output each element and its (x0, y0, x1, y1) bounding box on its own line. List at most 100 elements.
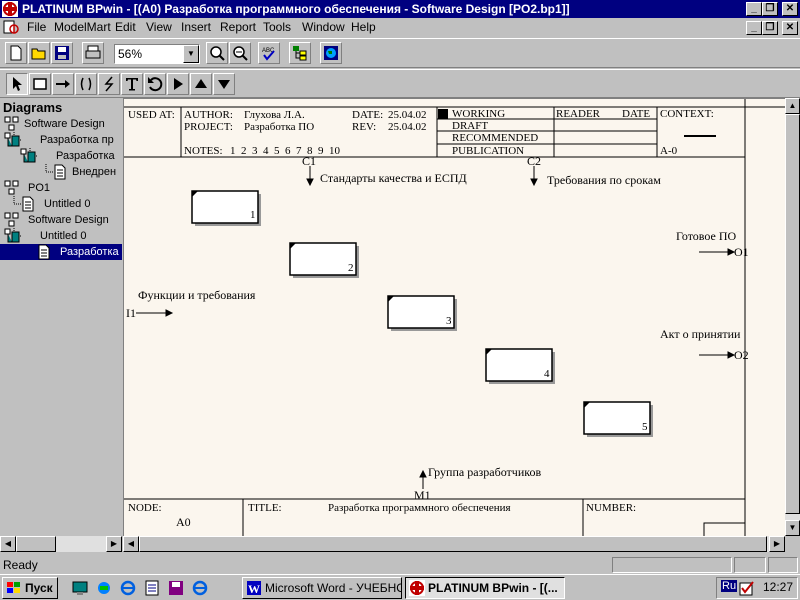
go-child-tool[interactable] (167, 73, 189, 95)
scroll-down-icon[interactable]: ▼ (785, 520, 800, 536)
new-button[interactable] (5, 42, 27, 64)
tree-item-po1[interactable]: PO1 (4, 180, 122, 196)
document-icon[interactable] (3, 20, 19, 35)
box-tool[interactable] (29, 73, 51, 95)
menu-file[interactable]: File (27, 20, 46, 34)
box-3-number[interactable]: 3 (446, 315, 452, 327)
tunnel-tool[interactable] (75, 73, 97, 95)
tree-scroll-thumb[interactable] (16, 536, 56, 552)
ie-browser-icon[interactable] (120, 580, 136, 596)
canvas-hscrollbar[interactable]: ◀ ▶ (123, 536, 785, 552)
scroll-right-icon[interactable]: ▶ (106, 536, 122, 552)
minimize-button[interactable]: _ (746, 2, 762, 16)
squiggle-tool[interactable] (98, 73, 120, 95)
windows-logo-icon (7, 582, 20, 593)
bpwin-app-icon[interactable] (2, 1, 18, 17)
status-pane-2 (734, 557, 766, 573)
box-1-number[interactable]: 1 (250, 209, 256, 221)
menu-report[interactable]: Report (220, 20, 256, 34)
doc-restore-button[interactable]: ❐ (762, 21, 778, 35)
model-icon (4, 212, 19, 227)
c2-label[interactable]: Требования по срокам (547, 173, 661, 188)
o1-label[interactable]: Готовое ПО (676, 229, 736, 244)
go-down-tool[interactable] (213, 73, 235, 95)
undo-tool[interactable] (144, 73, 166, 95)
menu-help[interactable]: Help (351, 20, 376, 34)
canvas-hscroll-thumb[interactable] (139, 536, 767, 552)
ie-browser-icon[interactable] (192, 580, 208, 596)
network-icon[interactable] (96, 580, 112, 596)
zoom-button[interactable] (206, 42, 228, 64)
box-2-number[interactable]: 2 (348, 262, 354, 274)
menu-edit[interactable]: Edit (115, 20, 136, 34)
pointer-tool[interactable] (6, 73, 28, 95)
o1-code: O1 (734, 245, 749, 259)
triangle-right-icon (174, 78, 183, 90)
doc-close-button[interactable]: ✕ (782, 21, 798, 35)
zoom-select[interactable]: 56% ▼ (114, 44, 200, 64)
c1-label[interactable]: Стандарты качества и ЕСПД (320, 171, 467, 186)
scroll-up-icon[interactable]: ▲ (785, 98, 800, 114)
tree-item-untitled-0-2[interactable]: Untitled 0 (4, 228, 122, 244)
doc-minimize-button[interactable]: _ (746, 21, 762, 35)
pointer-icon (13, 77, 22, 91)
magnifier-icon (210, 46, 225, 61)
expanded-book-icon (4, 228, 20, 243)
restore-button[interactable]: ❐ (762, 2, 778, 16)
canvas-vscroll-thumb[interactable] (785, 114, 800, 514)
scroll-left-icon[interactable]: ◀ (123, 536, 139, 552)
open-button[interactable] (28, 42, 50, 64)
diagram-canvas[interactable]: USED AT: AUTHOR: Глухова Л.А. PROJECT: Р… (123, 98, 785, 536)
o2-label[interactable]: Акт о принятии (660, 327, 740, 342)
scroll-left-icon[interactable]: ◀ (0, 536, 16, 552)
print-button[interactable] (82, 42, 104, 64)
close-button[interactable]: ✕ (782, 2, 798, 16)
arrow-tool[interactable] (52, 73, 74, 95)
spell-check-button[interactable]: ABC (258, 42, 280, 64)
model-icon (4, 116, 19, 131)
model-explorer-button[interactable] (289, 42, 311, 64)
menu-window[interactable]: Window (302, 20, 345, 34)
menu-insert[interactable]: Insert (181, 20, 211, 34)
modelmart-button[interactable] (320, 42, 342, 64)
menu-tools[interactable]: Tools (263, 20, 291, 34)
tree-item-razrabotka[interactable]: Разработка (20, 148, 122, 164)
task-word[interactable]: W Microsoft Word - УЧЕБНО... (242, 577, 402, 599)
floppy-icon[interactable] (168, 580, 184, 596)
status-text: Ready (3, 558, 38, 572)
menu-view[interactable]: View (146, 20, 172, 34)
language-indicator[interactable]: Ru (721, 580, 738, 592)
zoom-value: 56% (118, 47, 143, 61)
desktop-icon[interactable] (72, 580, 88, 596)
tree-item-razrabotka-selected[interactable]: Разработка (0, 244, 122, 260)
scroll-right-icon[interactable]: ▶ (769, 536, 785, 552)
notepad-icon[interactable] (144, 580, 160, 596)
go-parent-tool[interactable] (190, 73, 212, 95)
clock[interactable]: 12:27 (763, 580, 793, 594)
checkbox-tray-icon[interactable] (739, 580, 755, 596)
tree-item-vnedren[interactable]: Внедрен (52, 164, 122, 180)
tree-item-untitled-0[interactable]: Untitled 0 (20, 196, 122, 212)
title-bar[interactable]: PLATINUM BPwin - [(A0) Разработка програ… (0, 0, 800, 18)
m1-label[interactable]: Группа разработчиков (428, 465, 541, 480)
status-bar: Ready (0, 556, 800, 574)
tree-item-razrabotka-pr[interactable]: Разработка пр (4, 132, 122, 148)
canvas-vscrollbar[interactable]: ▲ ▼ (785, 98, 800, 536)
parentheses-icon (80, 77, 92, 91)
box-5-number[interactable]: 5 (642, 421, 648, 433)
zoom-out-button[interactable] (229, 42, 251, 64)
task-bpwin[interactable]: PLATINUM BPwin - [(... (405, 577, 565, 599)
tree-item-software-design-2[interactable]: Software Design (4, 212, 122, 228)
menu-modelmart[interactable]: ModelMart (54, 20, 111, 34)
model-icon (4, 180, 19, 195)
chevron-down-icon[interactable]: ▼ (183, 45, 199, 63)
box-4-number[interactable]: 4 (544, 368, 550, 380)
text-tool[interactable] (121, 73, 143, 95)
start-button[interactable]: Пуск (2, 577, 58, 599)
tree-hscrollbar[interactable]: ◀ ▶ (0, 536, 122, 552)
node-value: A0 (176, 515, 191, 529)
tree-item-software-design[interactable]: Software Design (4, 116, 122, 132)
save-button[interactable] (51, 42, 73, 64)
i1-label[interactable]: Функции и требования (138, 288, 255, 303)
squiggle-icon (104, 76, 114, 92)
